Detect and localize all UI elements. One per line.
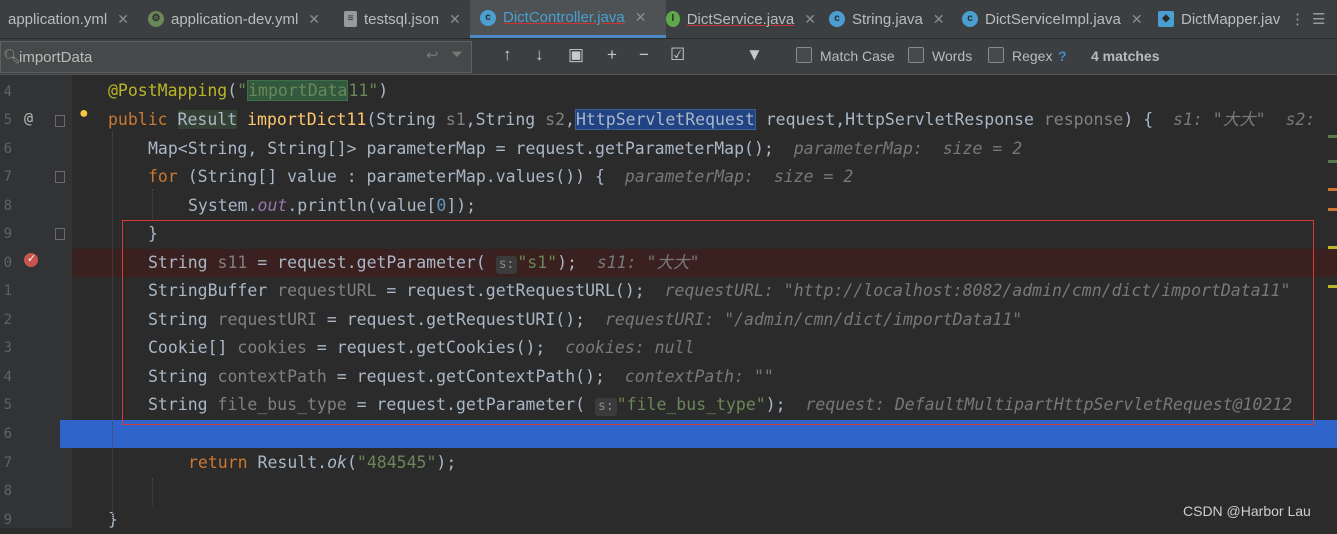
tab-dictmapper-java[interactable]: ◆ DictMapper.jav [1158,0,1284,38]
new-line-icon[interactable]: ↩ [426,46,439,64]
tab-menu-icon[interactable]: ☰ [1312,0,1334,38]
code-line: for (String[] value : parameterMap.value… [148,167,854,186]
code-line: System.out.println(value[0]); [188,196,477,215]
line-number: 0 [3,255,12,271]
match-count: 4 matches [1091,48,1160,64]
line-number: 2 [3,312,12,328]
filter-in-selection-icon[interactable]: ▣ [568,45,584,65]
mapper-icon: ◆ [1158,11,1174,27]
error-stripe-mark[interactable] [1328,135,1337,138]
match-case-checkbox[interactable] [796,47,812,63]
next-occurrence-icon[interactable]: ↓ [535,45,544,65]
line-number: 4 [3,369,12,385]
tab-label: application-dev.yml [171,10,299,28]
class-icon: c [829,11,845,27]
close-icon[interactable]: ✕ [1131,11,1143,28]
close-icon[interactable]: ✕ [804,11,816,28]
yml-leaf-icon: ⚙ [148,11,164,27]
line-number: 5 [3,112,12,128]
history-dropdown-icon[interactable]: ⏷ [451,46,463,63]
line-number: 9 [3,512,12,528]
line-number: 1 [3,283,12,299]
filter-icon[interactable]: ▼ [746,45,763,65]
tab-application-dev-yml[interactable]: ⚙ application-dev.yml ✕ [148,0,332,38]
code-line: @PostMapping("importData11") [108,80,389,101]
line-number: 3 [3,340,12,356]
indent-guide [152,189,153,219]
tab-label: String.java [852,10,923,28]
annotation-highlight-box [122,220,1314,425]
class-icon: c [480,9,496,26]
error-stripe-mark[interactable] [1328,285,1337,288]
words-label: Words [932,48,973,64]
tab-label: application.yml [8,10,108,28]
indent-guide [112,132,113,522]
watermark: CSDN @Harbor Lau [1183,503,1311,519]
regex-label: Regex [1012,48,1053,64]
tab-label: DictServiceImpl.java [985,10,1121,28]
regex-checkbox[interactable] [988,47,1004,63]
code-line: return Result.ok("484545"); [188,453,457,472]
editor-tab-bar: application.yml ✕ ⚙ application-dev.yml … [0,0,1337,39]
fold-icon[interactable] [55,115,65,127]
fold-icon[interactable] [55,228,65,240]
line-number: 8 [3,483,12,499]
tab-label: DictMapper.jav [1181,10,1281,28]
tab-label: DictController.java [503,9,625,26]
regex-help-icon[interactable]: ? [1058,48,1067,64]
line-number: 8 [3,198,12,214]
error-stripe-mark[interactable] [1328,208,1337,211]
words-checkbox[interactable] [908,47,924,63]
search-field[interactable]: 🔍︎ ↩ ⏷ [0,41,472,73]
breakpoint-check-icon: ✓ [27,253,37,265]
add-occurrence-icon[interactable]: + [607,45,617,65]
line-number: 6 [3,426,12,442]
tab-label: DictService.java [686,10,795,28]
select-all-occurrences-icon[interactable]: ☑ [670,45,685,65]
fold-icon[interactable] [55,171,65,183]
previous-occurrence-icon[interactable]: ↑ [503,45,512,65]
error-stripe-mark[interactable] [1328,160,1337,163]
error-stripe-mark[interactable] [1328,188,1337,191]
search-input[interactable] [17,45,401,69]
tab-dictservice-java[interactable]: I DictService.java ✕ [666,0,816,38]
line-number: 7 [3,169,12,185]
tab-application-yml[interactable]: application.yml ✕ [0,0,138,38]
close-icon[interactable]: ✕ [635,9,647,26]
close-icon[interactable]: ✕ [308,11,320,28]
error-stripe-mark[interactable] [1328,246,1337,249]
code-line: Map<String, String[]> parameterMap = req… [148,139,1023,158]
code-line: public Result importDict11(String s1,Str… [108,109,1316,130]
tab-testsql-json[interactable]: ≡ testsql.json ✕ [344,0,468,38]
override-at-icon[interactable]: @ [24,109,33,127]
close-icon[interactable]: ✕ [933,11,945,28]
tab-dictcontroller-java[interactable]: c DictController.java ✕ [470,0,666,38]
tab-dictserviceimpl-java[interactable]: c DictServiceImpl.java ✕ [962,0,1150,38]
close-icon[interactable]: ✕ [117,11,129,28]
close-icon[interactable]: ✕ [449,11,461,28]
line-number: 5 [3,397,12,413]
line-number: 6 [3,141,12,157]
interface-icon: I [666,11,680,27]
class-icon: c [962,11,978,27]
line-number: 7 [3,455,12,471]
remove-occurrence-icon[interactable]: − [639,45,649,65]
json-icon: ≡ [344,11,357,27]
tab-label: testsql.json [364,10,440,28]
tab-overflow-icon[interactable]: ⋮ [1290,0,1310,38]
line-number: 4 [3,84,12,100]
line-number: 9 [3,226,12,242]
indent-guide [152,478,153,506]
tab-string-java[interactable]: c String.java ✕ [829,0,951,38]
match-case-label: Match Case [820,48,895,64]
code-line: } [108,510,118,529]
